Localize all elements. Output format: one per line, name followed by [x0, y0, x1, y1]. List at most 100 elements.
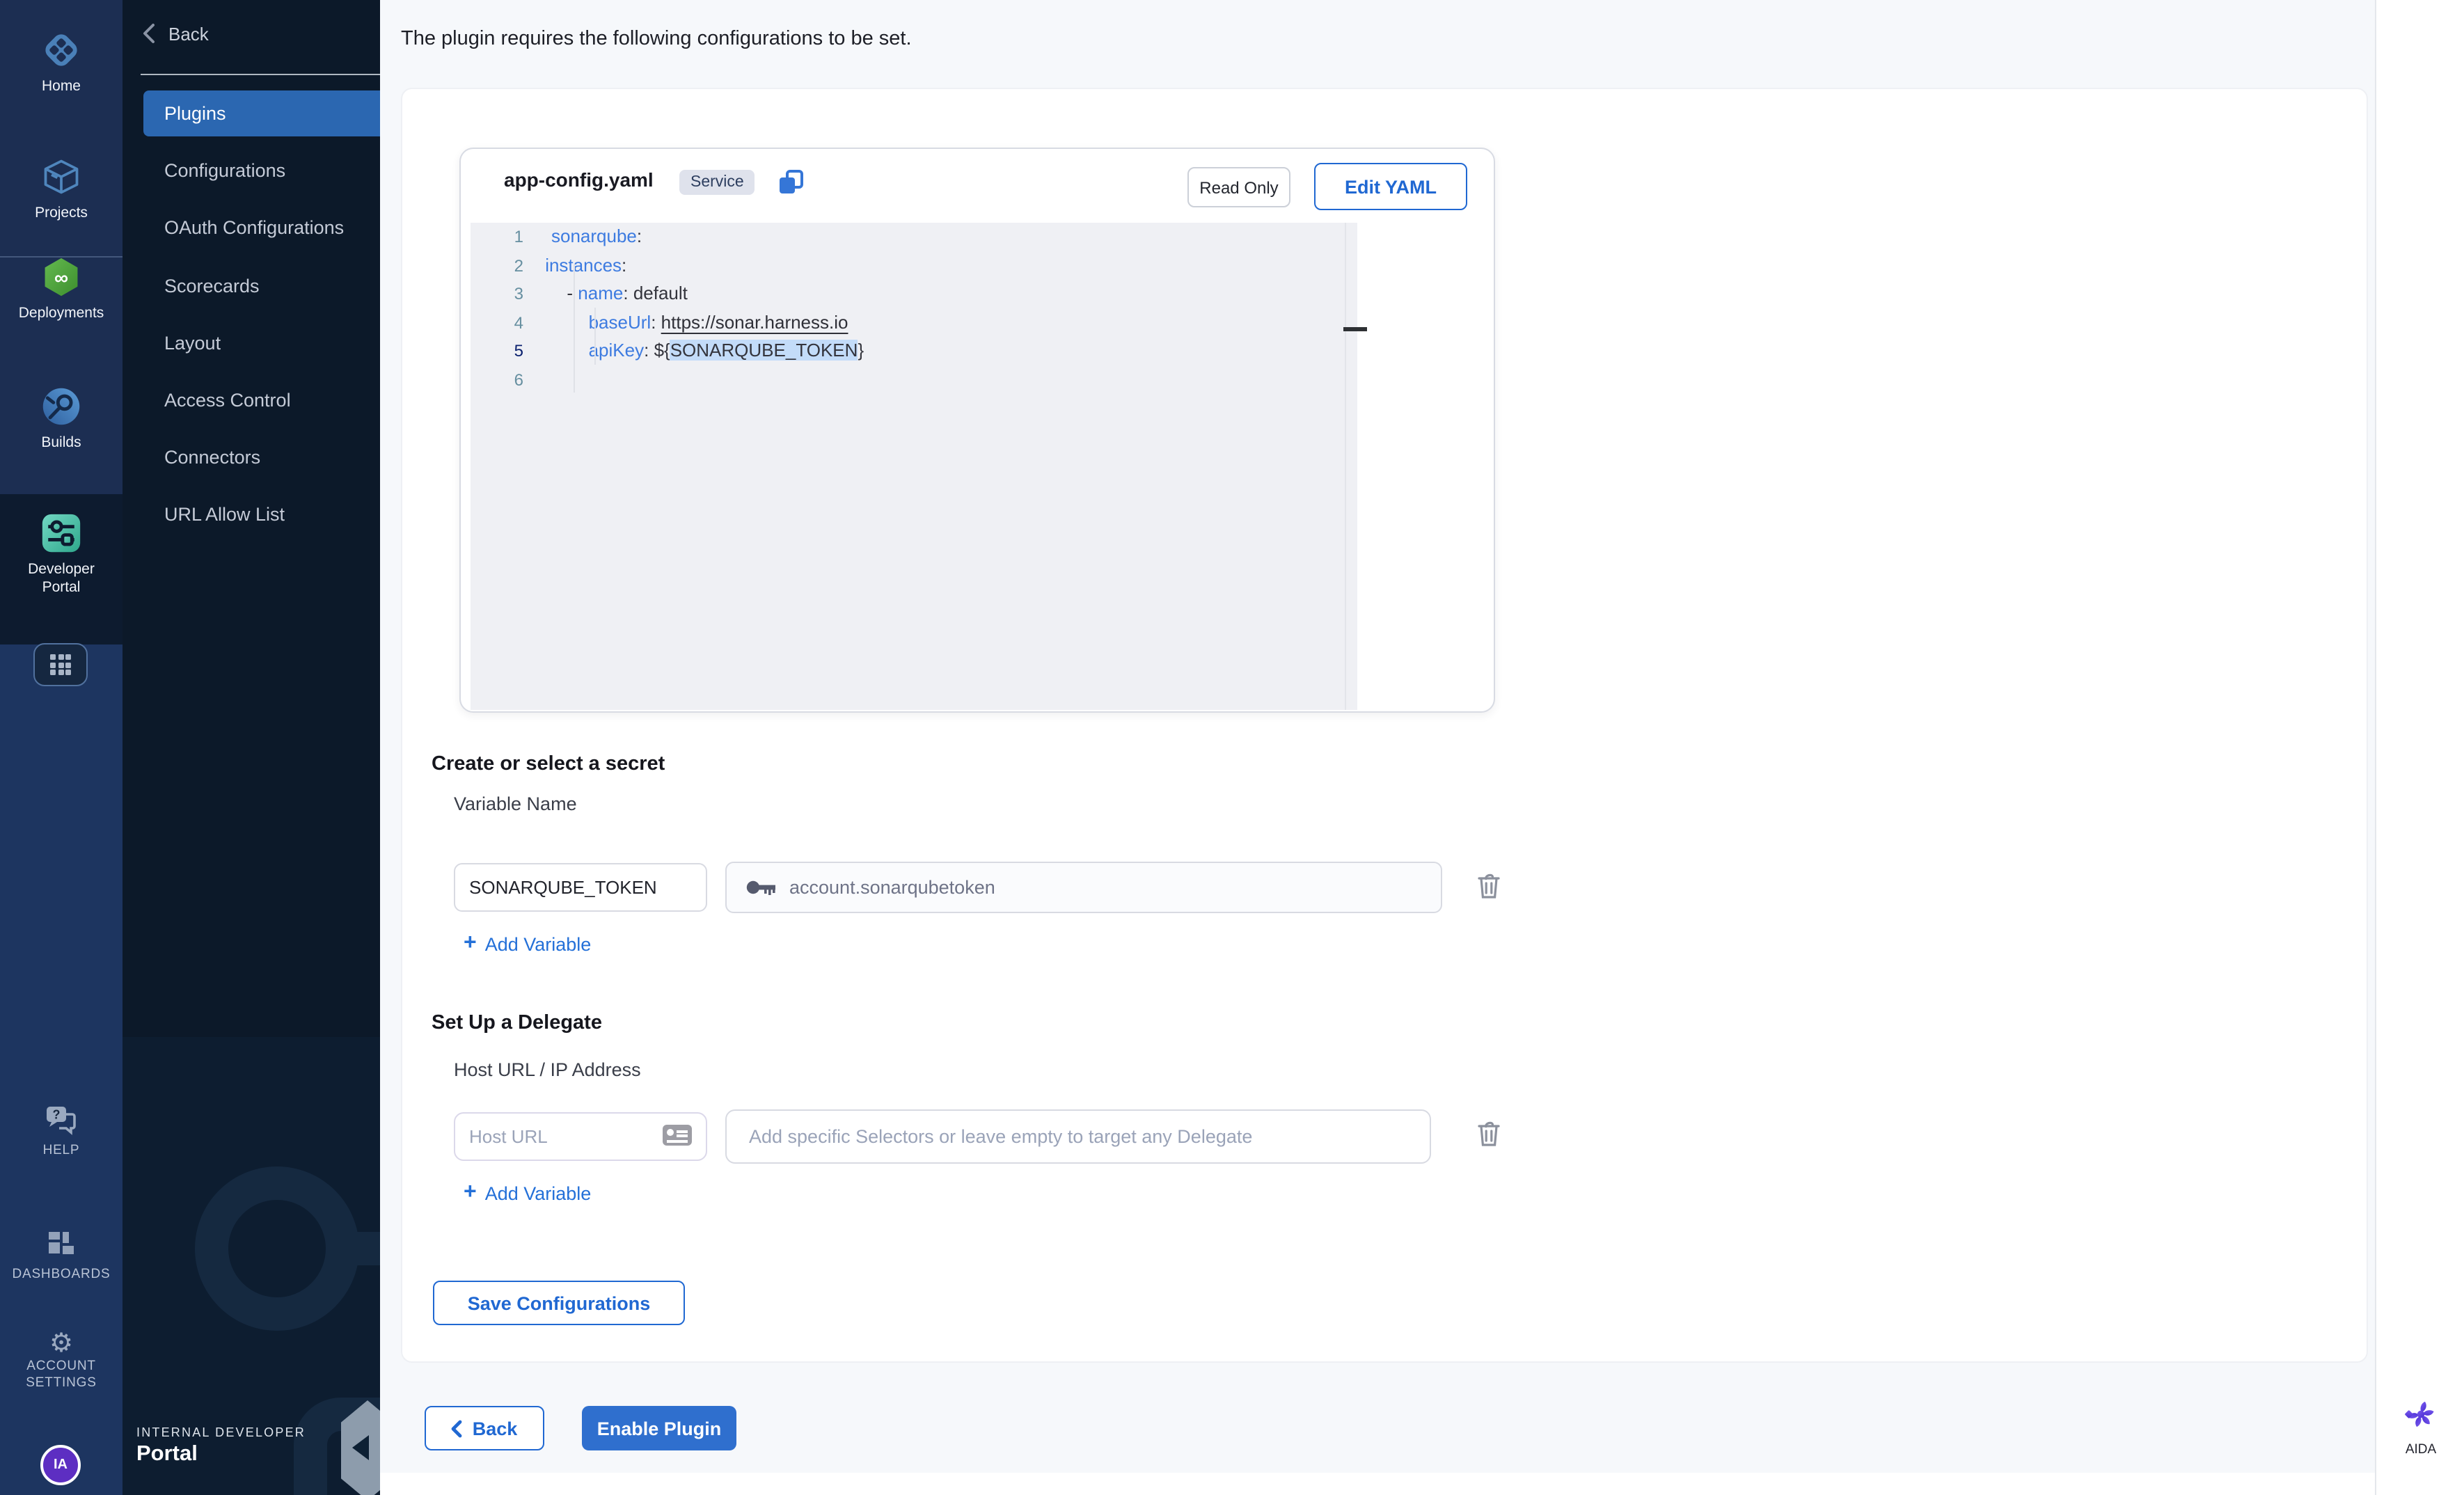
add-variable-label: Add Variable — [485, 933, 592, 954]
rail-item-label: Projects — [0, 205, 123, 222]
avatar-initials: IA — [54, 1457, 68, 1473]
code-line: 1 sonarqube: — [471, 223, 1357, 251]
yaml-filename: app-config.yaml — [504, 168, 654, 191]
delete-variable-icon[interactable] — [1477, 871, 1501, 906]
line-number: 6 — [471, 365, 523, 394]
dashboards-icon — [47, 1231, 76, 1267]
rail-item-developer-portal[interactable]: Developer Portal — [0, 512, 123, 596]
harness-home-icon — [40, 29, 82, 78]
back-button-label: Back — [473, 1418, 518, 1439]
deployments-cd-icon: ∞ — [40, 256, 82, 305]
line-number: 3 — [471, 280, 523, 308]
line-number: 2 — [471, 251, 523, 280]
host-url-label: Host URL / IP Address — [454, 1059, 641, 1080]
variable-name-label: Variable Name — [454, 793, 577, 814]
sidebar-divider — [141, 74, 380, 75]
svg-text:?: ? — [53, 1108, 61, 1122]
delegate-section-title: Set Up a Delegate — [432, 1012, 602, 1034]
sidebar-item-scorecards[interactable]: Scorecards — [164, 275, 260, 296]
secret-select-field[interactable]: account.sonarqubetoken — [725, 862, 1442, 913]
sidebar-item-connectors[interactable]: Connectors — [164, 446, 260, 467]
rail-item-label: Developer Portal — [0, 561, 123, 596]
aida-button[interactable]: AIDA — [2396, 1398, 2446, 1457]
app-window: Home Projects ∞ Deployments Builds Devel… — [0, 0, 2464, 1495]
read-only-button[interactable]: Read Only — [1187, 167, 1290, 207]
rail-item-label: DASHBOARDS — [0, 1267, 123, 1283]
svg-text:∞: ∞ — [54, 267, 68, 288]
fixed-value-icon[interactable] — [663, 1125, 692, 1146]
sidebar-item-plugins[interactable]: Plugins — [143, 90, 380, 136]
back-button[interactable]: Back — [425, 1406, 544, 1450]
plus-icon: + — [464, 1182, 477, 1204]
code-line: 4 baseUrl: https://sonar.harness.io — [471, 308, 1357, 337]
line-number: 1 — [471, 223, 523, 251]
rail-item-label: Builds — [0, 434, 123, 452]
code-line: 2 instances: — [471, 251, 1357, 280]
enable-plugin-button[interactable]: Enable Plugin — [582, 1406, 736, 1450]
indent-guide — [594, 308, 596, 365]
module-rail: Home Projects ∞ Deployments Builds Devel… — [0, 0, 123, 1495]
sidebar-item-configurations[interactable]: Configurations — [164, 159, 285, 180]
developer-portal-icon — [40, 512, 82, 561]
edit-yaml-button[interactable]: Edit YAML — [1314, 163, 1467, 210]
rail-item-projects[interactable]: Projects — [0, 156, 123, 222]
add-variable-button-secret[interactable]: + Add Variable — [464, 933, 591, 955]
decorative-bar — [345, 1232, 380, 1265]
rail-item-deployments[interactable]: ∞ Deployments — [0, 256, 123, 322]
secret-value: account.sonarqubetoken — [789, 877, 995, 898]
add-variable-button-delegate[interactable]: + Add Variable — [464, 1182, 591, 1204]
yaml-url-link[interactable]: https://sonar.harness.io — [661, 311, 848, 332]
indent-guide — [573, 264, 574, 393]
rail-item-account-settings[interactable]: ⚙ ACCOUNT SETTINGS — [0, 1331, 123, 1391]
key-icon — [746, 878, 777, 896]
chevron-left-icon — [142, 22, 156, 45]
projects-cube-icon — [40, 156, 82, 205]
copy-icon[interactable] — [777, 168, 805, 203]
rail-item-label: Deployments — [0, 305, 123, 322]
sidebar-item-layout[interactable]: Layout — [164, 332, 221, 353]
save-configurations-button[interactable]: Save Configurations — [433, 1281, 685, 1325]
rail-item-help[interactable]: ? HELP — [0, 1105, 123, 1159]
rail-item-label: HELP — [0, 1143, 123, 1159]
sidebar-item-oauth-configurations[interactable]: OAuth Configurations — [164, 216, 344, 237]
help-chat-icon: ? — [45, 1105, 78, 1143]
rail-item-dashboards[interactable]: DASHBOARDS — [0, 1231, 123, 1283]
builds-ci-icon — [40, 386, 82, 434]
aida-flower-icon — [2404, 1398, 2438, 1431]
rail-item-label: Home — [0, 78, 123, 95]
decorative-triangle — [352, 1435, 369, 1460]
highlighted-token: SONARQUBE_TOKEN — [670, 340, 858, 361]
intro-text: The plugin requires the following config… — [401, 28, 912, 50]
decorative-circle — [195, 1166, 359, 1331]
rail-item-builds[interactable]: Builds — [0, 386, 123, 452]
secret-section-title: Create or select a secret — [432, 753, 665, 775]
bottom-strip — [380, 1473, 2464, 1495]
user-avatar[interactable]: IA — [40, 1445, 81, 1485]
sidebar-back-button[interactable]: Back — [142, 22, 209, 45]
sidebar-footer-kicker: INTERNAL DEVELOPER — [136, 1425, 306, 1439]
plus-icon: + — [464, 933, 477, 955]
line-number: 4 — [471, 308, 523, 337]
idp-sidebar: Back Plugins Configurations OAuth Config… — [123, 0, 380, 1495]
delete-delegate-row-icon[interactable] — [1477, 1119, 1501, 1154]
sidebar-item-url-allow-list[interactable]: URL Allow List — [164, 503, 285, 524]
gear-icon: ⚙ — [49, 1329, 73, 1359]
code-line: 5 apiKey: ${SONARQUBE_TOKEN} — [471, 337, 1357, 365]
aida-rail: AIDA — [2375, 0, 2464, 1495]
delegate-selectors-input[interactable] — [725, 1109, 1431, 1164]
code-editor[interactable]: 1 sonarqube: 2 instances: 3 - name: defa… — [471, 223, 1357, 710]
add-variable-label: Add Variable — [485, 1182, 592, 1203]
yaml-editor-card: app-config.yaml Service Read Only Edit Y… — [459, 148, 1495, 713]
rail-item-label: ACCOUNT SETTINGS — [0, 1359, 123, 1391]
editor-overview-ruler-mark — [1343, 327, 1367, 331]
service-badge: Service — [679, 170, 755, 195]
variable-name-input[interactable] — [454, 863, 707, 912]
module-picker-button[interactable] — [33, 643, 88, 686]
sidebar-item-label: Plugins — [143, 103, 226, 124]
sidebar-footer-title: Portal — [136, 1442, 198, 1467]
rail-item-home[interactable]: Home — [0, 29, 123, 95]
sidebar-item-access-control[interactable]: Access Control — [164, 389, 291, 410]
line-number-active: 5 — [471, 337, 523, 365]
editor-minimap-divider — [1345, 223, 1346, 710]
aida-label: AIDA — [2396, 1442, 2446, 1457]
